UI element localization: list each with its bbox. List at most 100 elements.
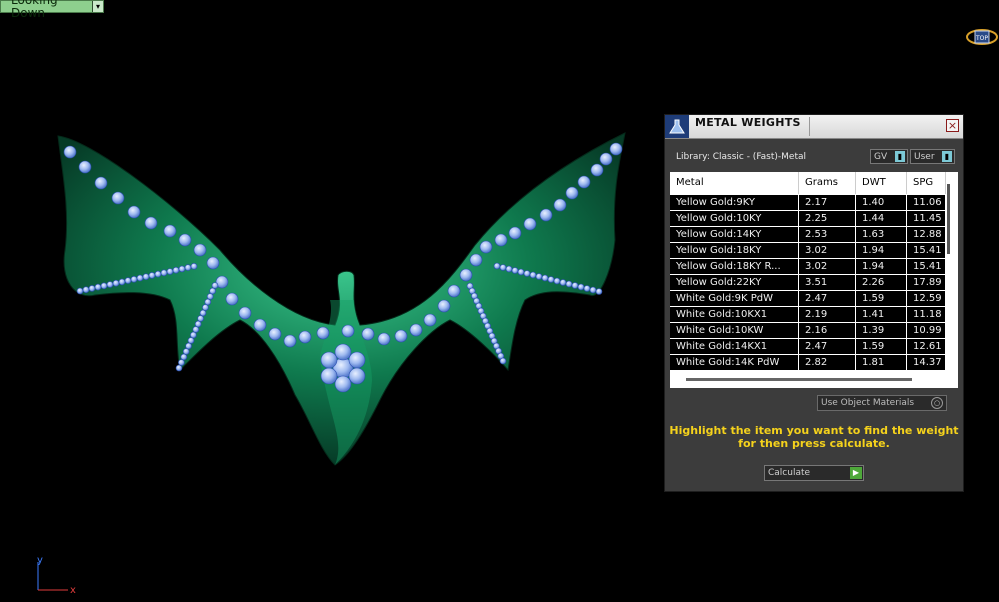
chevron-down-icon[interactable]: ▾ (92, 1, 103, 12)
gem-stone[interactable] (63, 145, 77, 159)
vertical-scrollbar[interactable] (947, 184, 950, 254)
table-row[interactable]: Yellow Gold:18KY 3.02 1.94 15.41 (670, 243, 946, 258)
gem-stone[interactable] (493, 262, 501, 270)
gem-stone[interactable] (206, 293, 214, 300)
gem-stone[interactable] (144, 216, 158, 230)
gem-stone[interactable] (334, 343, 352, 361)
gem-stone[interactable] (178, 233, 192, 247)
gem-stone[interactable] (182, 348, 190, 355)
gem-stone[interactable] (112, 279, 120, 287)
gem-stone[interactable] (76, 287, 84, 295)
gem-stone[interactable] (348, 351, 366, 369)
gem-stone[interactable] (175, 364, 183, 372)
gem-stone[interactable] (190, 331, 197, 339)
gem-stone[interactable] (529, 271, 537, 279)
gem-stone[interactable] (437, 299, 451, 313)
horizontal-scrollbar[interactable] (686, 378, 912, 381)
gem-stone[interactable] (180, 353, 188, 361)
gem-stone[interactable] (78, 160, 92, 174)
gem-stone[interactable] (541, 274, 549, 282)
view-dropdown[interactable]: Looking Down ▾ (0, 0, 104, 19)
table-row[interactable]: White Gold:14KX1 2.47 1.59 12.61 (670, 339, 946, 354)
gem-stone[interactable] (577, 175, 591, 189)
gem-stone[interactable] (547, 276, 555, 283)
gem-stone[interactable] (185, 342, 192, 350)
table-row[interactable]: White Gold:14K PdW 2.82 1.81 14.37 (670, 355, 946, 370)
table-row[interactable]: Yellow Gold:14KY 2.53 1.63 12.88 (670, 227, 946, 242)
column-header[interactable]: SPG (907, 172, 946, 194)
gem-stone[interactable] (361, 327, 375, 341)
gem-stone[interactable] (192, 326, 200, 333)
gem-stone[interactable] (142, 273, 150, 281)
gem-stone[interactable] (204, 298, 212, 306)
gem-stone[interactable] (511, 267, 519, 274)
gem-stone[interactable] (589, 286, 597, 294)
table-row[interactable]: Yellow Gold:9KY 2.17 1.40 11.06 (670, 195, 946, 210)
gem-stone[interactable] (571, 282, 579, 289)
gem-stone[interactable] (559, 279, 567, 286)
gem-stone[interactable] (447, 284, 461, 298)
gem-stone[interactable] (320, 351, 338, 369)
gv-dropdown[interactable]: GV ▮ (870, 149, 908, 164)
gem-stone[interactable] (298, 330, 312, 344)
gem-stone[interactable] (130, 275, 138, 283)
gem-stone[interactable] (494, 233, 508, 247)
gem-stone[interactable] (553, 277, 561, 285)
gem-stone[interactable] (599, 152, 613, 166)
gem-stone[interactable] (160, 269, 168, 277)
gem-stone[interactable] (341, 324, 355, 338)
gem-stone[interactable] (94, 283, 102, 291)
gem-stone[interactable] (172, 266, 180, 274)
gem-stone[interactable] (499, 357, 507, 365)
circle-toggle-icon[interactable]: ○ (931, 397, 943, 409)
use-object-materials-dropdown[interactable]: Use Object Materials ○ (817, 395, 947, 411)
gem-stone[interactable] (539, 208, 553, 222)
gem-stone[interactable] (187, 337, 195, 344)
gem-stone[interactable] (199, 309, 207, 317)
gem-stone[interactable] (163, 224, 177, 238)
gem-stone[interactable] (148, 272, 156, 279)
user-dropdown[interactable]: User ▮ (910, 149, 955, 164)
play-arrow-icon[interactable]: ▶ (850, 467, 862, 479)
gem-stone[interactable] (178, 359, 185, 366)
gem-stone[interactable] (377, 332, 391, 346)
table-row[interactable]: White Gold:10KX1 2.19 1.41 11.18 (670, 307, 946, 322)
gem-stone[interactable] (590, 163, 604, 177)
gem-stone[interactable] (553, 198, 567, 212)
gem-stone[interactable] (316, 326, 330, 340)
column-header[interactable]: Metal (670, 172, 799, 194)
gem-stone[interactable] (124, 277, 132, 284)
gem-stone[interactable] (523, 217, 537, 231)
gem-stone[interactable] (106, 281, 114, 288)
gem-stone[interactable] (166, 268, 174, 275)
gem-stone[interactable] (197, 315, 204, 322)
gem-stone[interactable] (184, 264, 192, 271)
table-row[interactable]: Yellow Gold:18KY R... 3.02 1.94 15.41 (670, 259, 946, 274)
gem-stone[interactable] (479, 240, 493, 254)
gem-stone[interactable] (253, 318, 267, 332)
gem-stone[interactable] (238, 306, 252, 320)
gem-stone[interactable] (409, 323, 423, 337)
gem-stone[interactable] (206, 256, 220, 270)
column-header[interactable]: Grams (799, 172, 856, 194)
gem-stone[interactable] (225, 292, 239, 306)
dropdown-toggle-icon[interactable]: ▮ (895, 151, 905, 162)
gem-stone[interactable] (508, 226, 522, 240)
dropdown-toggle-icon[interactable]: ▮ (942, 151, 952, 162)
gem-stone[interactable] (565, 280, 573, 288)
gem-stone[interactable] (565, 186, 579, 200)
gem-stone[interactable] (127, 205, 141, 219)
calculate-button[interactable]: Calculate ▶ (764, 465, 864, 481)
gem-stone[interactable] (82, 286, 90, 294)
gem-stone[interactable] (320, 367, 338, 385)
gem-stone[interactable] (190, 262, 198, 270)
table-row[interactable]: White Gold:9K PdW 2.47 1.59 12.59 (670, 291, 946, 306)
gem-stone[interactable] (583, 285, 591, 292)
panel-titlebar[interactable]: METAL WEIGHTS × (665, 115, 963, 139)
gem-stone[interactable] (505, 265, 513, 273)
gem-stone[interactable] (577, 283, 585, 291)
gem-stone[interactable] (202, 304, 209, 311)
gem-stone[interactable] (394, 329, 408, 343)
navigation-cube-icon[interactable]: TOP (966, 27, 998, 47)
gem-stone[interactable] (469, 253, 483, 267)
